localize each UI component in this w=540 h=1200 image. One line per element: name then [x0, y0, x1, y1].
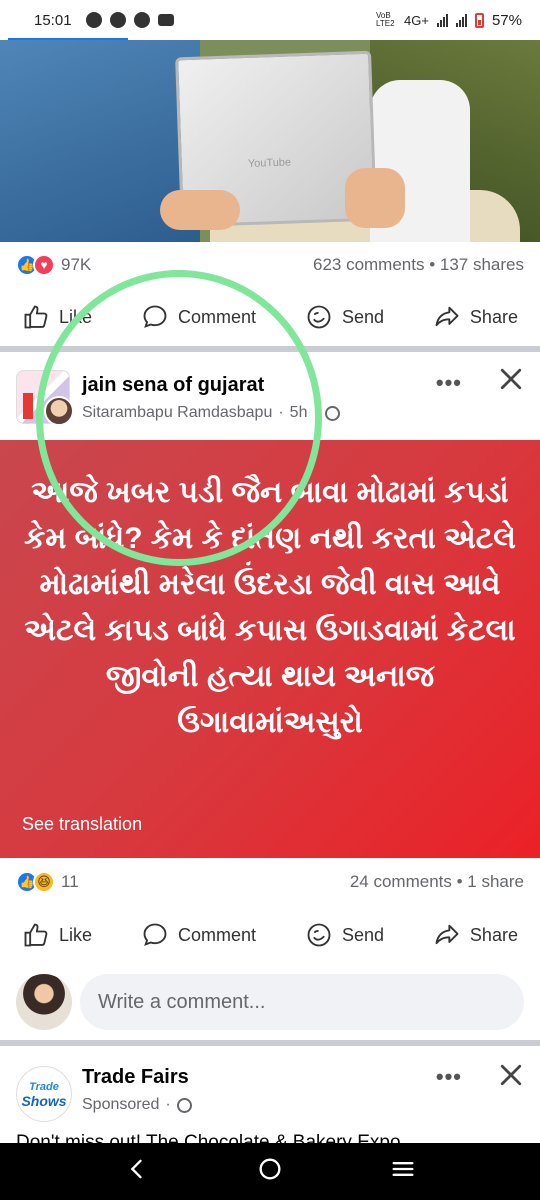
more-dots-icon[interactable]: •••: [436, 370, 462, 396]
post2-reactions-row: 👍 😆 11 24 comments • 1 share: [0, 860, 540, 904]
love-reaction-icon: ♥: [33, 254, 55, 276]
notification-app-icon: [85, 12, 102, 28]
sponsored-label[interactable]: Sponsored: [82, 1096, 159, 1114]
notification-icons: [85, 12, 174, 28]
comments-shares-count[interactable]: 623 comments • 137 shares: [313, 255, 524, 275]
reaction-icons[interactable]: 👍 😆: [16, 871, 55, 893]
share-arrow-icon: [435, 306, 459, 327]
status-bar: 15:01 VoB LTE2 4G+ 57%: [0, 0, 540, 40]
advertiser-name[interactable]: Trade Fairs: [82, 1066, 189, 1089]
recents-button[interactable]: [389, 1155, 417, 1188]
battery-percent: 57%: [491, 11, 522, 29]
thumbs-up-icon: [24, 923, 48, 947]
separator-dot: ·: [165, 1096, 171, 1113]
photo-hand: [160, 190, 240, 230]
status-time: 15:01: [34, 11, 72, 29]
signal-icon: [455, 13, 467, 27]
back-button[interactable]: [123, 1155, 151, 1188]
share-label: Share: [469, 306, 518, 327]
see-translation-link[interactable]: See translation: [22, 814, 142, 835]
plaque-logo-text: YouTube: [247, 156, 292, 170]
photo-hand: [345, 168, 405, 228]
globe-icon: [176, 1097, 192, 1113]
send-button[interactable]: Send: [305, 303, 384, 331]
comment-input[interactable]: [80, 974, 524, 1030]
comment-button[interactable]: Comment: [141, 921, 256, 949]
more-dots-icon[interactable]: •••: [436, 1064, 462, 1090]
annotation-circle: [36, 270, 322, 566]
messenger-icon: [307, 923, 331, 947]
sponsored-row: Sponsored ·: [82, 1096, 192, 1114]
like-label: Like: [59, 924, 93, 945]
share-label: Share: [469, 924, 518, 945]
advertiser-avatar[interactable]: Trade Shows: [16, 1066, 72, 1122]
recents-icon: [392, 1162, 414, 1176]
comment-composer: [0, 966, 540, 1038]
chrome-icon: [133, 12, 150, 28]
home-icon: [259, 1158, 281, 1180]
status-right: VoB LTE2 4G+ 57%: [376, 12, 522, 29]
speech-bubble-icon: [143, 923, 167, 946]
advertiser-logo-line1: Trade: [29, 1081, 59, 1093]
post1-reactions-row: 👍 ♥ 97K 623 comments • 137 shares: [0, 243, 540, 287]
send-label: Send: [341, 924, 384, 945]
chrome-icon: [109, 12, 126, 28]
system-nav-bar: [0, 1143, 540, 1200]
close-icon[interactable]: [496, 1060, 526, 1090]
thumbs-up-icon: [24, 305, 48, 329]
reaction-icons[interactable]: 👍 ♥: [16, 254, 55, 276]
like-button[interactable]: Like: [22, 921, 92, 949]
share-arrow-icon: [435, 924, 459, 945]
post-photo[interactable]: YouTube: [0, 40, 540, 242]
post2-actions-row: Like Comment Send Share: [0, 906, 540, 964]
close-icon[interactable]: [496, 364, 526, 394]
user-avatar[interactable]: [16, 974, 72, 1030]
messenger-icon: [307, 305, 331, 329]
network-label: 4G+: [404, 12, 429, 28]
comment-label: Comment: [177, 924, 256, 945]
reaction-count[interactable]: 11: [61, 872, 79, 892]
share-button[interactable]: Share: [433, 303, 518, 331]
battery-icon: [474, 12, 484, 28]
back-icon: [130, 1159, 142, 1179]
youtube-icon: [157, 14, 174, 26]
feed-divider: [0, 1040, 540, 1046]
share-button[interactable]: Share: [433, 921, 518, 949]
advertiser-logo-line2: Shows: [21, 1093, 67, 1109]
signal-icon: [436, 13, 448, 27]
comments-shares-count[interactable]: 24 comments • 1 share: [350, 872, 524, 892]
home-button[interactable]: [256, 1155, 284, 1188]
haha-reaction-icon: 😆: [33, 871, 55, 893]
volte-label: VoB LTE2: [376, 11, 395, 28]
reaction-count[interactable]: 97K: [61, 255, 91, 275]
send-label: Send: [341, 306, 384, 327]
globe-icon: [324, 405, 340, 421]
send-button[interactable]: Send: [305, 921, 384, 949]
